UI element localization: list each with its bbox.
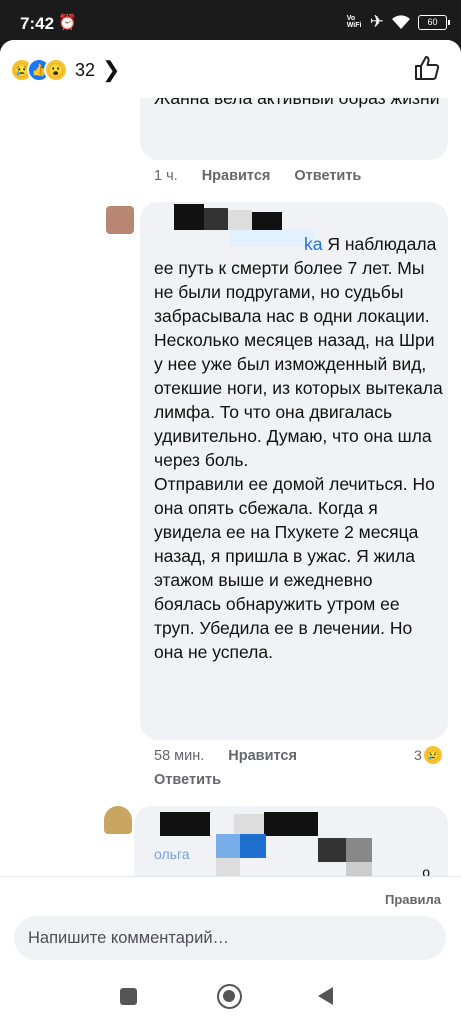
comment-author-name[interactable]: [154, 204, 414, 246]
home-button[interactable]: [217, 984, 242, 1009]
divider: [0, 876, 461, 877]
comment-reaction-count: 3: [414, 747, 422, 763]
status-bar: 7:42 ⏰ Vo WiFi ✈ 60: [0, 0, 461, 44]
comment-bubble[interactable]: ka Я наблюдала ее путь к смерти более 7 …: [140, 202, 448, 740]
comment-meta-reply: Ответить: [154, 772, 221, 788]
like-link[interactable]: Нравится: [228, 748, 297, 764]
alarm-icon: ⏰: [58, 14, 77, 31]
redaction-block: [216, 858, 240, 876]
redaction-block: [160, 812, 210, 836]
reply-link[interactable]: Ответить: [154, 772, 221, 788]
redaction-block: [264, 812, 318, 836]
battery-icon: 60: [418, 14, 450, 30]
chevron-right-icon: ❯: [102, 57, 121, 82]
comment-time: 58 мин.: [154, 748, 205, 764]
comment-body: Я наблюдала ее путь к смерти более 7 лет…: [154, 234, 443, 662]
redaction-block: [174, 204, 204, 230]
reactions-summary[interactable]: 😢 👍 😮 32 ❯: [10, 57, 120, 83]
like-link[interactable]: Нравится: [202, 168, 271, 184]
comment-time: 1 ч.: [154, 168, 178, 184]
status-icons: Vo WiFi ✈ 60: [346, 12, 450, 32]
comment-meta: 58 мин. Нравится: [154, 748, 297, 764]
redaction-block: [216, 834, 240, 858]
redaction-block: [318, 838, 346, 862]
redaction-block: [346, 862, 372, 876]
redaction-block: [204, 208, 228, 230]
rules-link[interactable]: Правила: [385, 892, 441, 907]
comment-text: ka Я наблюдала ее путь к смерти более 7 …: [154, 232, 444, 664]
wifi-icon: [392, 15, 410, 29]
redaction-block: [234, 814, 264, 834]
author-name-fragment[interactable]: ka: [304, 234, 322, 254]
recent-apps-button[interactable]: [120, 988, 137, 1005]
reaction-count: 32: [75, 59, 96, 80]
redaction-block: [346, 838, 372, 862]
comment-bubble[interactable]: ольга о: [134, 806, 448, 876]
comment-input[interactable]: [28, 916, 428, 960]
vowifi-indicator: Vo WiFi: [346, 15, 362, 29]
airplane-icon: ✈: [369, 12, 384, 31]
avatar[interactable]: [106, 206, 134, 234]
sad-reaction-icon: 😢: [423, 746, 442, 764]
status-time: 7:42: [20, 14, 55, 33]
comment-meta: 1 ч. Нравится Ответить: [154, 168, 361, 184]
comment-composer[interactable]: [14, 916, 446, 960]
thumbs-up-icon[interactable]: [413, 54, 441, 82]
comments-sheet: 😢 👍 😮 32 ❯ ресел Долгие годы сыроедения …: [0, 40, 461, 970]
comments-list[interactable]: ресел Долгие годы сыроедения Жанна вела …: [0, 98, 461, 876]
reply-link[interactable]: Ответить: [294, 168, 361, 184]
redaction-block: [240, 834, 266, 858]
comment-author-name[interactable]: ольга: [154, 846, 190, 862]
comment-text: ресел Долгие годы сыроедения Жанна вела …: [154, 98, 440, 108]
comment-text: о: [422, 864, 430, 876]
avatar[interactable]: [104, 806, 132, 834]
comment-bubble[interactable]: ресел Долгие годы сыроедения Жанна вела …: [140, 98, 448, 160]
redaction-block: [228, 210, 252, 230]
sheet-header: 😢 👍 😮 32 ❯: [0, 40, 461, 98]
wow-reaction-icon: 😮: [44, 58, 68, 82]
comment-reactions[interactable]: 3 😢: [414, 746, 442, 764]
back-button[interactable]: [318, 987, 333, 1005]
system-nav-bar: [0, 970, 461, 1024]
